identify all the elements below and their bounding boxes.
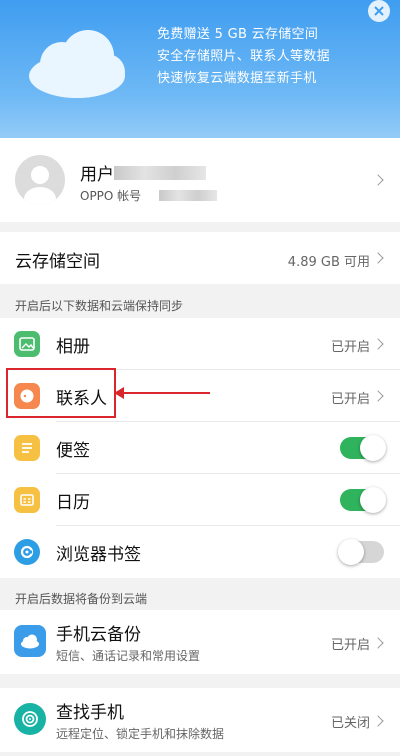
sync-item-label: 浏览器书签 [56,545,141,565]
annotation-arrow [120,392,210,394]
toggle-knob [338,539,364,565]
chevron-right-icon [372,174,384,186]
storage-value: 4.89 GB 可用 [287,255,370,270]
close-banner-button[interactable] [368,0,390,22]
find-phone-subtitle: 远程定位、锁定手机和抹除数据 [56,727,225,741]
sync-item-calendar[interactable]: 日历 [0,474,400,526]
find-phone-status: 已关闭 [330,716,370,731]
storage-row[interactable]: 云存储空间 4.89 GB 可用 [0,232,400,284]
sync-item-photos[interactable]: 相册 已开启 [0,318,400,370]
user-icon [24,166,56,205]
storage-title: 云存储空间 [15,252,100,272]
backup-label: 手机云备份 [56,625,141,645]
backup-status: 已开启 [330,638,370,653]
find-phone-label: 查找手机 [56,703,124,723]
banner-line-3: 快速恢复云端数据至新手机 [157,71,317,86]
chevron-right-icon [372,390,384,402]
sync-item-label: 相册 [56,337,90,357]
name-redaction [114,165,206,180]
cloud-backup-icon [14,625,46,657]
calendar-toggle[interactable] [340,487,386,513]
browser-icon [14,539,40,565]
account-row[interactable]: 用户 OPPO 帐号 [0,138,400,222]
sync-item-label: 便签 [56,441,90,461]
sync-section-header: 开启后以下数据和云端保持同步 [15,299,184,313]
avatar [15,155,65,205]
promo-banner[interactable]: 免费赠送 5 GB 云存储空间 安全存储照片、联系人等数据 快速恢复云端数据至新… [0,0,400,138]
calendar-icon [14,487,40,513]
chevron-right-icon [372,637,384,649]
find-phone-icon [14,703,46,735]
toggle-knob [360,487,386,513]
account-subtitle: OPPO 帐号 [80,189,142,203]
chevron-right-icon [372,338,384,350]
banner-line-1: 免费赠送 5 GB 云存储空间 [157,27,319,42]
account-name: 用户 [80,165,114,185]
sync-item-status: 已开启 [330,340,370,355]
photo-icon [14,331,40,357]
sync-item-label: 日历 [56,493,90,513]
id-redaction [159,190,218,201]
sync-item-status: 已开启 [330,392,370,407]
chevron-right-icon [372,252,384,264]
find-phone-row[interactable]: 查找手机 远程定位、锁定手机和抹除数据 已关闭 [0,688,400,752]
sync-item-notes[interactable]: 便签 [0,422,400,474]
bookmarks-toggle[interactable] [338,539,384,565]
backup-section-header: 开启后数据将备份到云端 [15,592,148,606]
sync-item-bookmarks[interactable]: 浏览器书签 [0,526,400,578]
toggle-knob [360,435,386,461]
chevron-right-icon [372,715,384,727]
backup-subtitle: 短信、通话记录和常用设置 [56,649,201,663]
note-icon [14,435,40,461]
annotation-highlight-box [6,368,116,418]
notes-toggle[interactable] [340,435,386,461]
banner-line-2: 安全存储照片、联系人等数据 [157,49,330,64]
cloud-backup-row[interactable]: 手机云备份 短信、通话记录和常用设置 已开启 [0,610,400,674]
close-icon [374,6,384,16]
cloud-icon [29,30,125,98]
